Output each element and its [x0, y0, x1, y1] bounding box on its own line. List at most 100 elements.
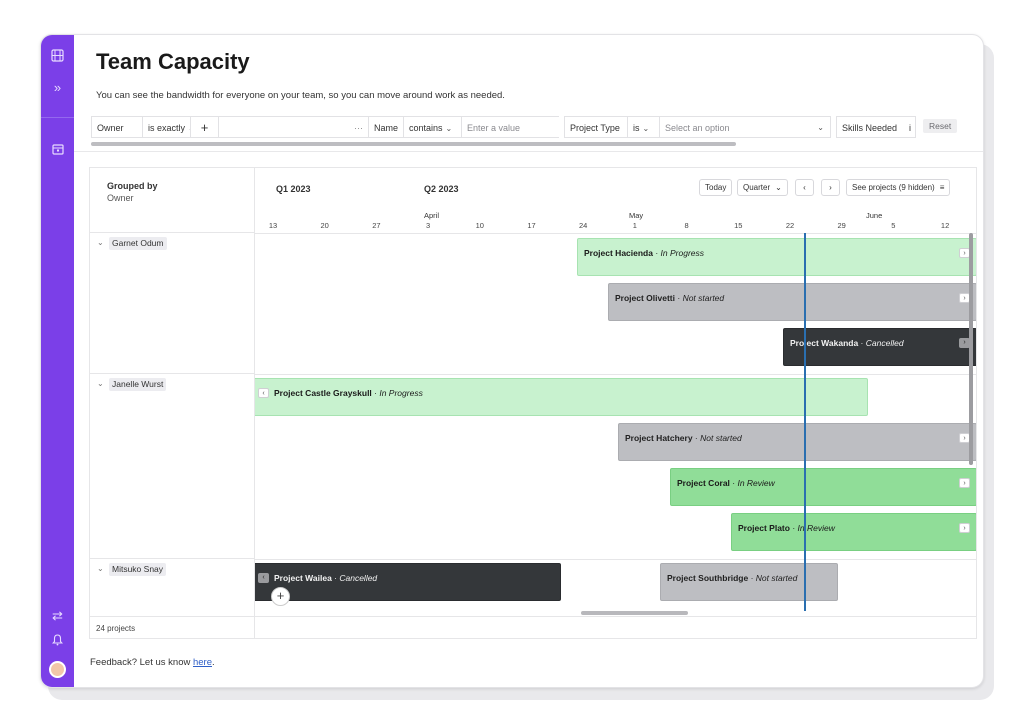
project-status: Cancelled — [865, 338, 904, 348]
project-name: Project Wailea — [274, 573, 332, 583]
project-type-label: Project Type — [564, 116, 627, 138]
avatar[interactable] — [49, 661, 66, 678]
name-operator-select[interactable]: contains ⌄ — [403, 116, 461, 138]
day-tick-label: 3 — [426, 221, 431, 230]
zoom-select[interactable]: Quarter ⌄ — [737, 179, 788, 196]
filter-bar: Owner is exactly⌄ + ··· Name contains⌄ E… — [91, 116, 967, 138]
project-bar[interactable]: Project Coral · In Review › — [670, 468, 976, 506]
project-bar[interactable]: Project Hacienda · In Progress › — [577, 238, 976, 276]
quarter-label: Q2 2023 — [424, 184, 459, 194]
main-content: Team Capacity You can see the bandwidth … — [74, 35, 983, 687]
project-bar[interactable]: Project Hatchery · Not started › — [618, 423, 976, 461]
project-bar[interactable]: ‹ Project Castle Grayskull · In Progress — [255, 378, 868, 416]
feedback-link[interactable]: here — [193, 657, 212, 668]
separator: · — [652, 248, 661, 258]
separator: · — [692, 433, 701, 443]
day-tick-label: 17 — [527, 221, 536, 230]
calendar-icon[interactable] — [49, 142, 66, 159]
chevron-left-icon[interactable]: ‹ — [258, 573, 269, 583]
day-tick-label: 29 — [837, 221, 846, 230]
group-header: Grouped by Owner — [90, 168, 254, 233]
project-status: Not started — [700, 433, 742, 443]
chevron-down-icon[interactable]: ⌄ — [97, 238, 104, 247]
chevron-left-icon[interactable]: ‹ — [258, 388, 269, 398]
day-tick-label: 10 — [475, 221, 484, 230]
app-window: » ⇄ Team Capacity You can see the bandwi… — [40, 34, 984, 688]
timeline: Q1 2023 Q2 2023 Today Quarter ⌄ ‹ › See p… — [255, 168, 976, 616]
project-bar[interactable]: Project Olivetti · Not started › — [608, 283, 976, 321]
type-operator-select[interactable]: is ⌄ — [627, 116, 659, 138]
separator: · — [675, 293, 683, 303]
owner-row: ⌄ Janelle Wurst — [90, 374, 254, 559]
info-icon: i — [909, 123, 912, 133]
project-name: Project Southbridge — [667, 573, 749, 583]
add-owner-button[interactable]: + — [190, 116, 218, 138]
filter-scrollbar[interactable] — [91, 142, 736, 146]
header-divider — [74, 151, 983, 152]
bell-icon[interactable] — [49, 633, 66, 650]
zoom-value: Quarter — [743, 183, 771, 192]
name-value-input[interactable]: Enter a value — [461, 116, 559, 138]
add-project-button[interactable]: + — [271, 587, 290, 606]
name-filter-label: Name — [368, 116, 403, 138]
skills-needed-filter[interactable]: Skills Needed i — [836, 116, 916, 138]
skills-needed-label: Skills Needed — [842, 123, 898, 133]
owner-name[interactable]: Janelle Wurst — [109, 378, 167, 391]
horizontal-scrollbar[interactable] — [581, 611, 688, 615]
chevron-down-icon[interactable]: ⌄ — [97, 379, 104, 388]
month-label: May — [629, 211, 644, 220]
chevron-right-icon[interactable]: › — [959, 523, 970, 533]
prev-period-button[interactable]: ‹ — [795, 179, 814, 196]
see-projects-button[interactable]: See projects (9 hidden) ≡ — [846, 179, 951, 196]
project-count: 24 projects — [96, 624, 136, 633]
project-status: Not started — [755, 573, 798, 583]
day-tick-label: 22 — [785, 221, 795, 230]
reset-button[interactable]: Reset — [923, 119, 958, 133]
chevron-down-icon: ⌄ — [642, 124, 650, 133]
footer-divider — [90, 616, 976, 617]
name-operator-value: contains — [409, 123, 443, 133]
project-bar[interactable]: Project Plato · In Review › — [731, 513, 976, 551]
owner-value-input[interactable]: ··· — [218, 116, 368, 138]
chevron-down-icon[interactable]: ⌄ — [97, 564, 104, 573]
type-operator-value: is — [633, 123, 640, 133]
project-name: Project Plato — [738, 523, 790, 533]
day-tick-label: 15 — [734, 221, 743, 230]
grouped-by-label: Grouped by — [107, 181, 158, 191]
chevron-down-icon: ⌄ — [775, 183, 782, 192]
project-type-select[interactable]: Select an option ⌄ — [659, 116, 831, 138]
separator: · — [858, 338, 866, 348]
owner-operator-select[interactable]: is exactly⌄ — [142, 116, 195, 138]
project-name: Project Coral — [677, 478, 730, 488]
project-name: Project Wakanda — [790, 338, 859, 348]
chevron-down-icon: ⌄ — [817, 123, 824, 132]
feedback-period: . — [212, 657, 215, 668]
swap-icon[interactable]: ⇄ — [49, 607, 66, 624]
page-stage: » ⇄ Team Capacity You can see the bandwi… — [0, 0, 1024, 724]
owner-operator-value: is exactly — [148, 123, 186, 133]
feedback-prompt: Feedback? Let us know — [90, 657, 193, 668]
owner-name[interactable]: Mitsuko Snay — [109, 563, 167, 576]
see-projects-label: See projects (9 hidden) — [852, 183, 935, 192]
project-bar[interactable]: Project Wakanda · Cancelled › — [783, 328, 976, 366]
project-bar[interactable]: Project Southbridge · Not started — [660, 563, 838, 601]
day-tick-label: 5 — [891, 221, 896, 230]
next-period-button[interactable]: › — [821, 179, 840, 196]
day-tick-label: 1 — [632, 221, 637, 230]
vertical-scrollbar[interactable] — [969, 233, 973, 465]
project-bar[interactable]: ‹ Project Wailea · Cancelled — [255, 563, 561, 601]
grouped-by-value[interactable]: Owner — [107, 193, 134, 203]
day-tick-label: 12 — [940, 221, 950, 230]
chevron-right-icon[interactable]: › — [959, 478, 970, 488]
feedback-text: Feedback? Let us know here. — [90, 657, 215, 668]
owner-name[interactable]: Garnet Odum — [109, 237, 167, 250]
month-label: April — [424, 211, 440, 220]
separator: · — [748, 573, 756, 583]
chevron-down-icon: ⌄ — [445, 124, 453, 133]
today-button[interactable]: Today — [699, 179, 733, 196]
quarter-label: Q1 2023 — [276, 184, 311, 194]
film-icon[interactable] — [49, 49, 66, 66]
chevron-double-right-icon[interactable]: » — [49, 79, 66, 96]
project-name: Project Hacienda — [584, 248, 653, 258]
project-name: Project Castle Grayskull — [274, 388, 372, 398]
